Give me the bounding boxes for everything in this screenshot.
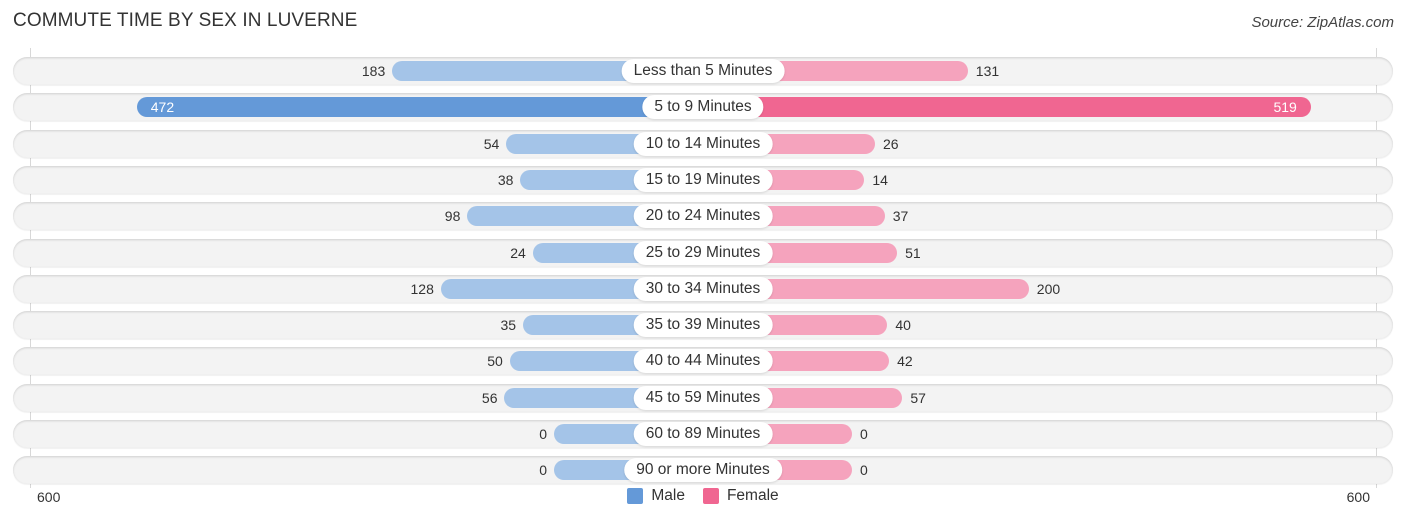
category-label: 15 to 19 Minutes — [633, 167, 773, 192]
value-label-female: 131 — [975, 63, 1000, 79]
category-label: 90 or more Minutes — [624, 458, 782, 483]
value-label-male: 35 — [500, 317, 517, 334]
value-label-male: 54 — [483, 135, 500, 152]
value-label-female: 14 — [872, 171, 888, 188]
value-label-female: 40 — [895, 317, 911, 334]
value-label-male: 24 — [510, 244, 526, 261]
value-label-male: 183 — [361, 63, 386, 79]
value-label-female: 37 — [892, 208, 909, 225]
value-label-male: 98 — [444, 208, 461, 225]
bar-female[interactable] — [703, 97, 1311, 118]
category-label: 60 to 89 Minutes — [633, 422, 773, 446]
value-label-female: 51 — [905, 244, 921, 261]
category-label: Less than 5 Minutes — [621, 59, 785, 83]
value-label-female: 519 — [1273, 99, 1297, 116]
bar-male[interactable] — [136, 97, 703, 118]
value-label-male: 128 — [410, 280, 434, 297]
legend-swatch-female — [702, 488, 719, 504]
value-label-female: 42 — [897, 353, 913, 370]
legend-label-female: Female — [726, 487, 779, 504]
category-label: 30 to 34 Minutes — [633, 276, 773, 301]
value-label-male: 50 — [487, 353, 503, 370]
value-label-male: 472 — [150, 99, 175, 116]
category-label: 45 to 59 Minutes — [633, 385, 773, 410]
category-label: 20 to 24 Minutes — [633, 204, 773, 229]
value-label-female: 200 — [1036, 280, 1061, 297]
value-label-male: 56 — [481, 389, 498, 406]
value-label-male: 0 — [539, 426, 547, 442]
value-label-female: 0 — [860, 426, 868, 442]
legend-label-male: Male — [651, 487, 685, 504]
category-label: 35 to 39 Minutes — [633, 313, 773, 338]
value-label-female: 0 — [860, 462, 868, 479]
value-label-male: 0 — [539, 462, 547, 479]
value-label-female: 57 — [910, 389, 926, 406]
value-label-male: 38 — [497, 171, 514, 188]
legend: Male Female — [0, 487, 1406, 505]
legend-item-male[interactable]: Male — [627, 487, 685, 505]
value-label-female: 26 — [882, 135, 899, 152]
category-label: 25 to 29 Minutes — [633, 240, 773, 265]
legend-swatch-male — [627, 488, 644, 504]
category-label: 40 to 44 Minutes — [633, 349, 773, 374]
legend-item-female[interactable]: Female — [702, 487, 779, 505]
source-label: Source: ZipAtlas.com — [1251, 14, 1394, 31]
category-label: 10 to 14 Minutes — [633, 131, 773, 156]
chart-title: COMMUTE TIME BY SEX IN LUVERNE — [13, 10, 358, 31]
category-label: 5 to 9 Minutes — [642, 95, 764, 120]
